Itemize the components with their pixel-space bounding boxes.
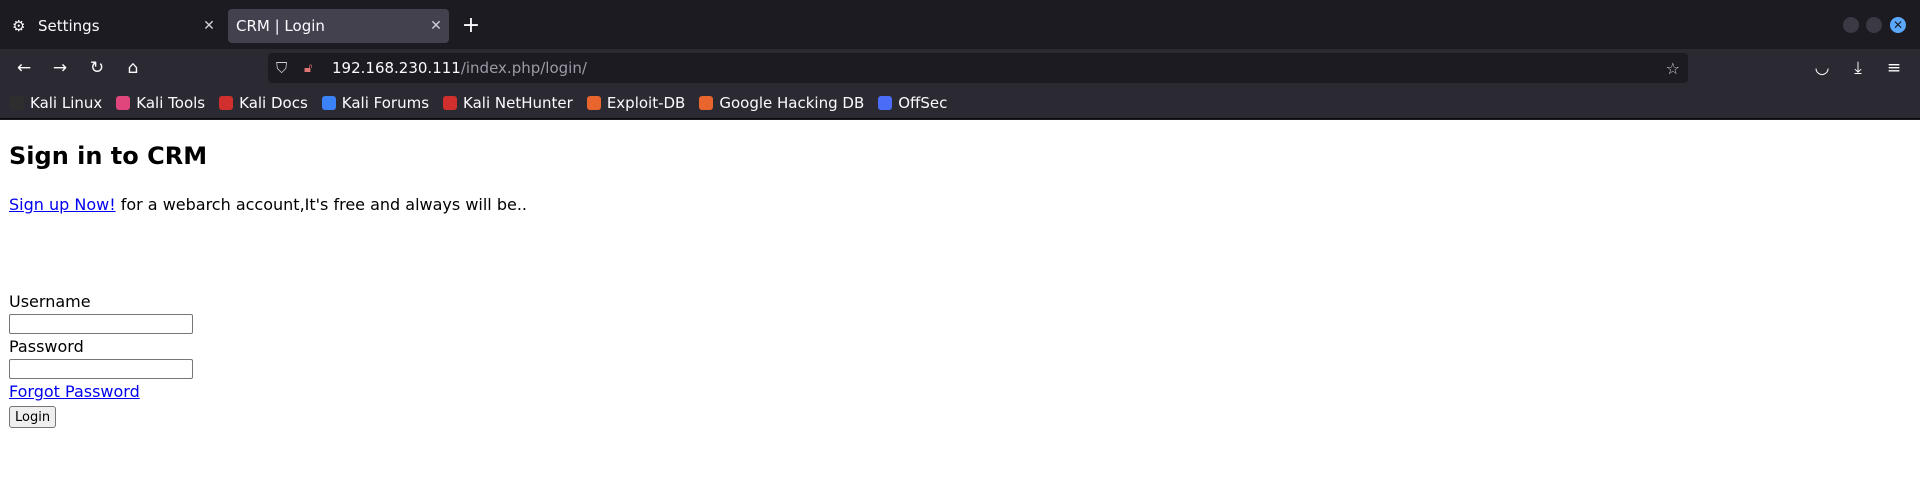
- close-tab-icon[interactable]: ✕: [423, 18, 449, 34]
- navigation-toolbar: ← → ↻ ⌂ ⛉ 🔓︎ 192.168.230.111/index.php/l…: [0, 49, 1920, 87]
- signup-line: Sign up Now! for a webarch account,It's …: [9, 195, 527, 214]
- address-bar[interactable]: ⛉ 🔓︎ 192.168.230.111/index.php/login/ ☆: [268, 53, 1688, 83]
- url-path: /index.php/login/: [460, 59, 587, 77]
- kali-forums-icon: [321, 95, 336, 110]
- back-icon[interactable]: ←: [11, 56, 37, 80]
- bookmark-exploit-db[interactable]: Exploit-DB: [586, 93, 686, 112]
- reload-icon[interactable]: ↻: [84, 56, 110, 80]
- bookmark-google-hacking-db[interactable]: Google Hacking DB: [699, 94, 864, 112]
- google-hacking-db-icon: [699, 95, 714, 110]
- kali-tools-icon: [116, 95, 131, 110]
- kali-nethunter-icon: [443, 95, 458, 110]
- menu-icon[interactable]: ≡: [1881, 56, 1907, 80]
- bookmark-star-icon[interactable]: ☆: [1666, 59, 1680, 78]
- page-title: Sign in to CRM: [9, 142, 208, 170]
- tab-settings[interactable]: ⚙ Settings ✕: [0, 9, 222, 43]
- gear-icon: ⚙: [12, 17, 26, 35]
- login-button[interactable]: Login: [9, 406, 57, 428]
- home-icon[interactable]: ⌂: [120, 56, 146, 80]
- kali-linux-icon: [10, 95, 24, 110]
- bookmark-label: Kali Tools: [136, 93, 206, 112]
- bookmark-label: OffSec: [898, 93, 948, 112]
- tab-crm-login[interactable]: CRM | Login ✕: [228, 9, 449, 43]
- bookmarks-toolbar: Kali Linux Kali Tools Kali Docs Kali For…: [0, 87, 1920, 119]
- bookmark-kali-tools[interactable]: Kali Tools: [116, 94, 205, 112]
- bookmark-label: Kali NetHunter: [463, 93, 573, 112]
- insecure-lock-icon[interactable]: 🔓︎: [304, 61, 324, 76]
- maximize-window-button[interactable]: [1866, 17, 1882, 33]
- signup-text: for a webarch account,It's free and alwa…: [115, 195, 527, 214]
- shield-icon[interactable]: ⛉: [276, 59, 296, 77]
- bookmark-label: Kali Docs: [239, 93, 308, 112]
- password-input[interactable]: [9, 359, 193, 379]
- bookmark-label: Kali Linux: [30, 93, 103, 112]
- browser-tab-bar: ⚙ Settings ✕ CRM | Login ✕ + ✕: [0, 0, 1920, 49]
- forgot-password-link[interactable]: Forgot Password: [9, 382, 140, 401]
- kali-docs-icon: [219, 95, 234, 110]
- close-tab-icon[interactable]: ✕: [196, 18, 222, 34]
- page-content: Sign in to CRM Sign up Now! for a webarc…: [0, 120, 1920, 481]
- username-label: Username: [9, 292, 91, 311]
- pocket-icon[interactable]: ◡: [1809, 56, 1835, 80]
- bookmark-label: Exploit-DB: [606, 93, 686, 112]
- bookmark-kali-forums[interactable]: Kali Forums: [321, 93, 430, 112]
- new-tab-button[interactable]: +: [458, 12, 484, 40]
- minimize-window-button[interactable]: [1843, 17, 1859, 33]
- offsec-icon: [878, 95, 893, 110]
- password-label: Password: [9, 337, 84, 356]
- downloads-icon[interactable]: ⤓: [1845, 56, 1871, 80]
- bookmark-kali-docs[interactable]: Kali Docs: [219, 94, 308, 112]
- exploit-db-icon: [586, 95, 601, 110]
- bookmark-label: Kali Forums: [341, 93, 430, 112]
- bookmark-label: Google Hacking DB: [719, 93, 865, 112]
- tab-label: CRM | Login: [236, 17, 325, 35]
- bookmark-offsec[interactable]: OffSec: [878, 94, 947, 112]
- close-window-button[interactable]: ✕: [1890, 17, 1906, 33]
- bookmark-kali-nethunter[interactable]: Kali NetHunter: [443, 94, 573, 112]
- forward-icon[interactable]: →: [47, 56, 73, 80]
- username-input[interactable]: [9, 314, 193, 334]
- tab-label: Settings: [38, 17, 100, 35]
- signup-link[interactable]: Sign up Now!: [9, 195, 116, 214]
- bookmark-kali-linux[interactable]: Kali Linux: [10, 94, 102, 112]
- url-host: 192.168.230.111: [332, 59, 461, 77]
